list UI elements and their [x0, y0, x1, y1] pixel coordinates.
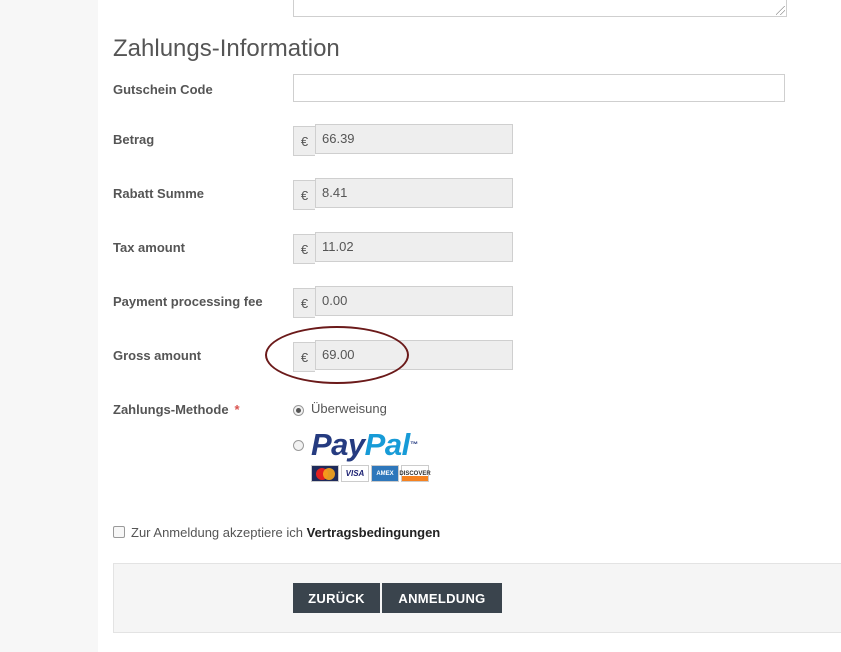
fee-value: 0.00 — [315, 286, 513, 316]
paypal-logo[interactable]: PayPal™ — [311, 427, 418, 462]
discount-label: Rabatt Summe — [113, 186, 205, 201]
fee-label: Payment processing fee — [113, 294, 263, 309]
section-title: Zahlungs-Information — [113, 35, 340, 62]
terms-text: Zur Anmeldung akzeptiere ich Vertragsbed… — [131, 525, 440, 540]
required-star: * — [234, 402, 240, 417]
left-gutter — [0, 0, 98, 652]
card-logos: VISA AMEX DISCOVER — [311, 465, 431, 482]
paypal-logo-pay: Pay — [311, 427, 365, 462]
resize-grip-icon[interactable] — [776, 6, 785, 15]
discount-field: € 8.41 — [293, 178, 513, 210]
euro-icon: € — [293, 180, 315, 210]
coupon-input[interactable] — [293, 74, 785, 102]
bank-transfer-label[interactable]: Überweisung — [311, 401, 387, 416]
radio-paypal[interactable] — [293, 440, 304, 451]
euro-icon: € — [293, 126, 315, 156]
amex-icon: AMEX — [371, 465, 399, 482]
tax-label: Tax amount — [113, 240, 185, 255]
discount-value: 8.41 — [315, 178, 513, 208]
amount-label: Betrag — [113, 132, 155, 147]
mastercard-icon — [311, 465, 339, 482]
amount-field: € 66.39 — [293, 124, 513, 156]
euro-icon: € — [293, 288, 315, 318]
payment-method-label: Zahlungs-Methode * — [113, 402, 240, 417]
payment-method-label-text: Zahlungs-Methode — [113, 402, 229, 417]
tax-value: 11.02 — [315, 232, 513, 262]
back-button[interactable]: ZURÜCK — [293, 583, 380, 613]
euro-icon: € — [293, 234, 315, 264]
terms-checkbox[interactable] — [113, 526, 125, 538]
highlight-ellipse — [265, 326, 409, 384]
submit-button[interactable]: ANMELDUNG — [382, 583, 502, 613]
discover-icon: DISCOVER — [399, 465, 431, 482]
terms-text-label: Zur Anmeldung akzeptiere ich — [131, 525, 303, 540]
radio-bank-transfer[interactable] — [293, 405, 304, 416]
terms-link[interactable]: Vertragsbedingungen — [307, 525, 441, 540]
tax-field: € 11.02 — [293, 232, 513, 264]
coupon-label: Gutschein Code — [113, 82, 213, 97]
gross-label: Gross amount — [113, 348, 202, 363]
amount-value: 66.39 — [315, 124, 513, 154]
visa-icon: VISA — [341, 465, 369, 482]
paypal-logo-pal: Pal — [364, 427, 411, 462]
fee-field: € 0.00 — [293, 286, 513, 318]
paypal-trademark: ™ — [409, 440, 418, 449]
comments-textarea[interactable] — [293, 0, 787, 17]
